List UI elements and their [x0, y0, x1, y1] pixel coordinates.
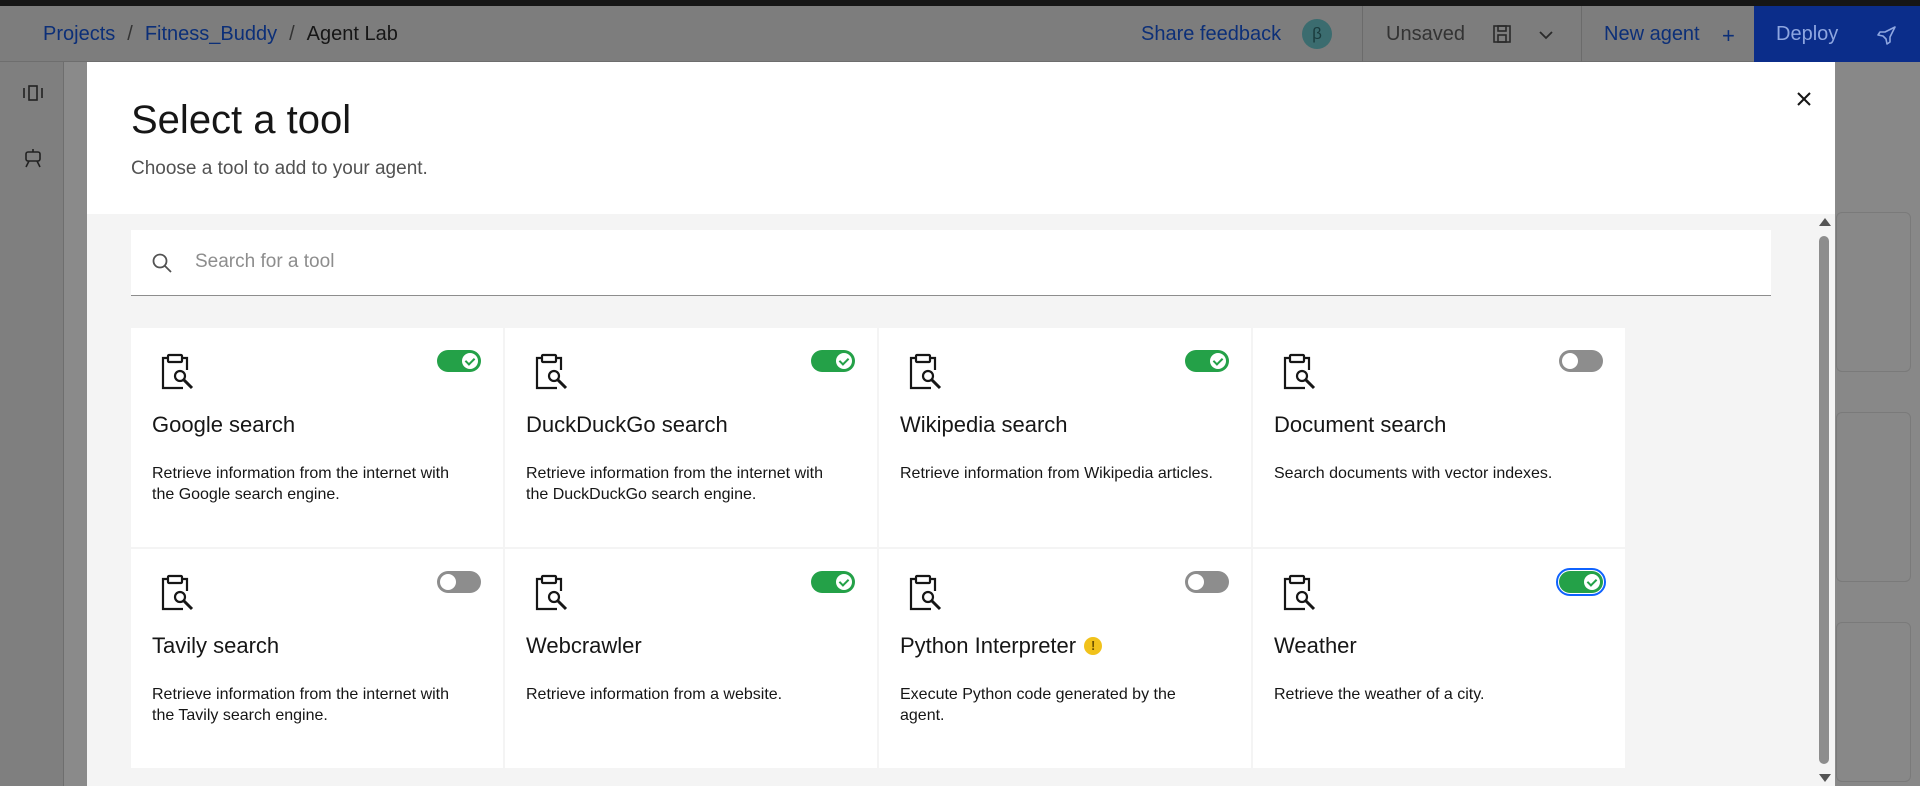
save-status: Unsaved [1386, 23, 1465, 45]
search-input[interactable] [195, 230, 1755, 294]
background-card [1836, 622, 1911, 782]
toggle-knob [836, 574, 852, 590]
tool-name-text: DuckDuckGo search [526, 412, 728, 437]
clipboard-wrench-icon [1277, 573, 1317, 613]
tool-name: Google search [152, 412, 295, 438]
select-tool-modal: Select a tool Choose a tool to add to yo… [87, 62, 1835, 786]
clipboard-wrench-icon [529, 573, 569, 613]
tool-description: Retrieve information from a website. [526, 686, 783, 703]
clipboard-wrench-icon [529, 352, 569, 392]
tool-tile[interactable]: DuckDuckGo search Retrieve information fr… [505, 328, 877, 547]
tool-description: Retrieve information from the internet w… [526, 465, 824, 503]
tool-description: Execute Python code generated by the age… [900, 686, 1176, 724]
breadcrumb-project[interactable]: Fitness_Buddy [145, 23, 277, 46]
modal-subtitle: Choose a tool to add to your agent. [131, 158, 428, 179]
breadcrumb-current: Agent Lab [306, 22, 398, 45]
tool-description: Retrieve information from Wikipedia arti… [900, 465, 1213, 482]
tool-toggle[interactable] [437, 350, 481, 372]
tool-name: Python Interpreter [900, 633, 1103, 659]
tool-toggle[interactable] [1185, 571, 1229, 593]
clipboard-wrench-icon [903, 573, 943, 613]
tool-toggle[interactable] [1185, 350, 1229, 372]
tool-name-text: Weather [1274, 633, 1357, 658]
tool-toggle[interactable] [811, 571, 855, 593]
tool-name: Document search [1274, 412, 1446, 438]
divider [1581, 6, 1582, 62]
tool-tile[interactable]: Wikipedia search Retrieve information fro… [879, 328, 1251, 547]
plus-icon[interactable]: + [1722, 23, 1735, 49]
chevron-down-icon[interactable] [1537, 26, 1555, 44]
divider [1362, 6, 1363, 62]
modal-title: Select a tool [131, 98, 352, 142]
toggle-knob [440, 574, 456, 590]
tool-name-text: Python Interpreter [900, 633, 1077, 658]
scrollbar[interactable] [1815, 214, 1835, 786]
rocket-icon [1877, 26, 1896, 45]
tool-name: Tavily search [152, 633, 279, 659]
search-icon [152, 253, 172, 273]
background-card [1836, 412, 1911, 582]
toggle-knob [462, 353, 478, 369]
breadcrumb-separator: / [127, 22, 133, 45]
toggle-knob [1210, 353, 1226, 369]
tool-name: Webcrawler [526, 633, 642, 659]
tool-name: Weather [1274, 633, 1357, 659]
deploy-button[interactable]: Deploy [1754, 6, 1920, 62]
toggle-knob [1188, 574, 1204, 590]
breadcrumb: Projects / Fitness_Buddy / Agent Lab [43, 6, 398, 62]
tool-description: Retrieve information from the internet w… [152, 465, 450, 503]
tool-tile[interactable]: Google search Retrieve information from t… [131, 328, 503, 547]
tool-name-text: Webcrawler [526, 633, 642, 658]
tool-name: DuckDuckGo search [526, 412, 728, 438]
background-panel [1836, 62, 1920, 786]
scroll-up-arrow[interactable] [1819, 218, 1831, 226]
tool-tile[interactable]: Python Interpreter Execute Python code ge… [879, 549, 1251, 768]
scroll-thumb[interactable] [1819, 236, 1829, 764]
breadcrumb-projects[interactable]: Projects [43, 23, 115, 46]
toggle-knob [836, 353, 852, 369]
close-button[interactable] [1787, 82, 1821, 116]
layout-icon[interactable] [22, 82, 44, 104]
beta-badge: β [1302, 19, 1332, 49]
tool-tile[interactable]: Webcrawler Retrieve information from a we… [505, 549, 877, 768]
tool-name-text: Tavily search [152, 633, 280, 658]
tool-toggle[interactable] [1556, 568, 1606, 596]
app-header: Projects / Fitness_Buddy / Agent Lab Sha… [0, 6, 1920, 62]
clipboard-wrench-icon [1277, 352, 1317, 392]
clipboard-wrench-icon [903, 352, 943, 392]
tool-description: Retrieve information from the internet w… [152, 686, 450, 724]
tool-toggle[interactable] [1559, 350, 1603, 372]
warning-icon[interactable] [1084, 637, 1103, 655]
tool-name: Wikipedia search [900, 412, 1068, 438]
left-rail [0, 62, 64, 786]
clipboard-wrench-icon [155, 352, 195, 392]
new-agent-button[interactable]: New agent [1604, 6, 1700, 62]
breadcrumb-separator: / [289, 22, 295, 45]
tool-description: Search documents with vector indexes. [1274, 465, 1553, 482]
tool-description: Retrieve the weather of a city. [1274, 686, 1485, 703]
save-icon[interactable] [1492, 24, 1512, 44]
tool-tile[interactable]: Tavily search Retrieve information from t… [131, 549, 503, 768]
agent-icon[interactable] [22, 147, 44, 169]
clipboard-wrench-icon [155, 573, 195, 613]
tool-toggle[interactable] [437, 571, 481, 593]
tool-name-text: Wikipedia search [900, 412, 1068, 437]
tool-name-text: Document search [1274, 412, 1447, 437]
background-card [1836, 212, 1911, 372]
tool-tile[interactable]: Weather Retrieve the weather of a city. [1253, 549, 1625, 768]
scroll-down-arrow[interactable] [1819, 774, 1831, 782]
deploy-label: Deploy [1776, 23, 1839, 45]
close-icon [1797, 92, 1811, 106]
modal-header: Select a tool Choose a tool to add to yo… [87, 62, 1835, 214]
share-feedback-link[interactable]: Share feedback [1141, 6, 1281, 62]
modal-body: Google search Retrieve information from t… [87, 214, 1815, 786]
tool-tile[interactable]: Document search Search documents with vec… [1253, 328, 1625, 547]
tool-grid: Google search Retrieve information from t… [131, 328, 1625, 768]
toggle-knob [1562, 353, 1578, 369]
tool-toggle[interactable] [811, 350, 855, 372]
tool-name-text: Google search [152, 412, 296, 437]
tool-search [131, 230, 1771, 296]
toggle-knob [1584, 574, 1600, 590]
